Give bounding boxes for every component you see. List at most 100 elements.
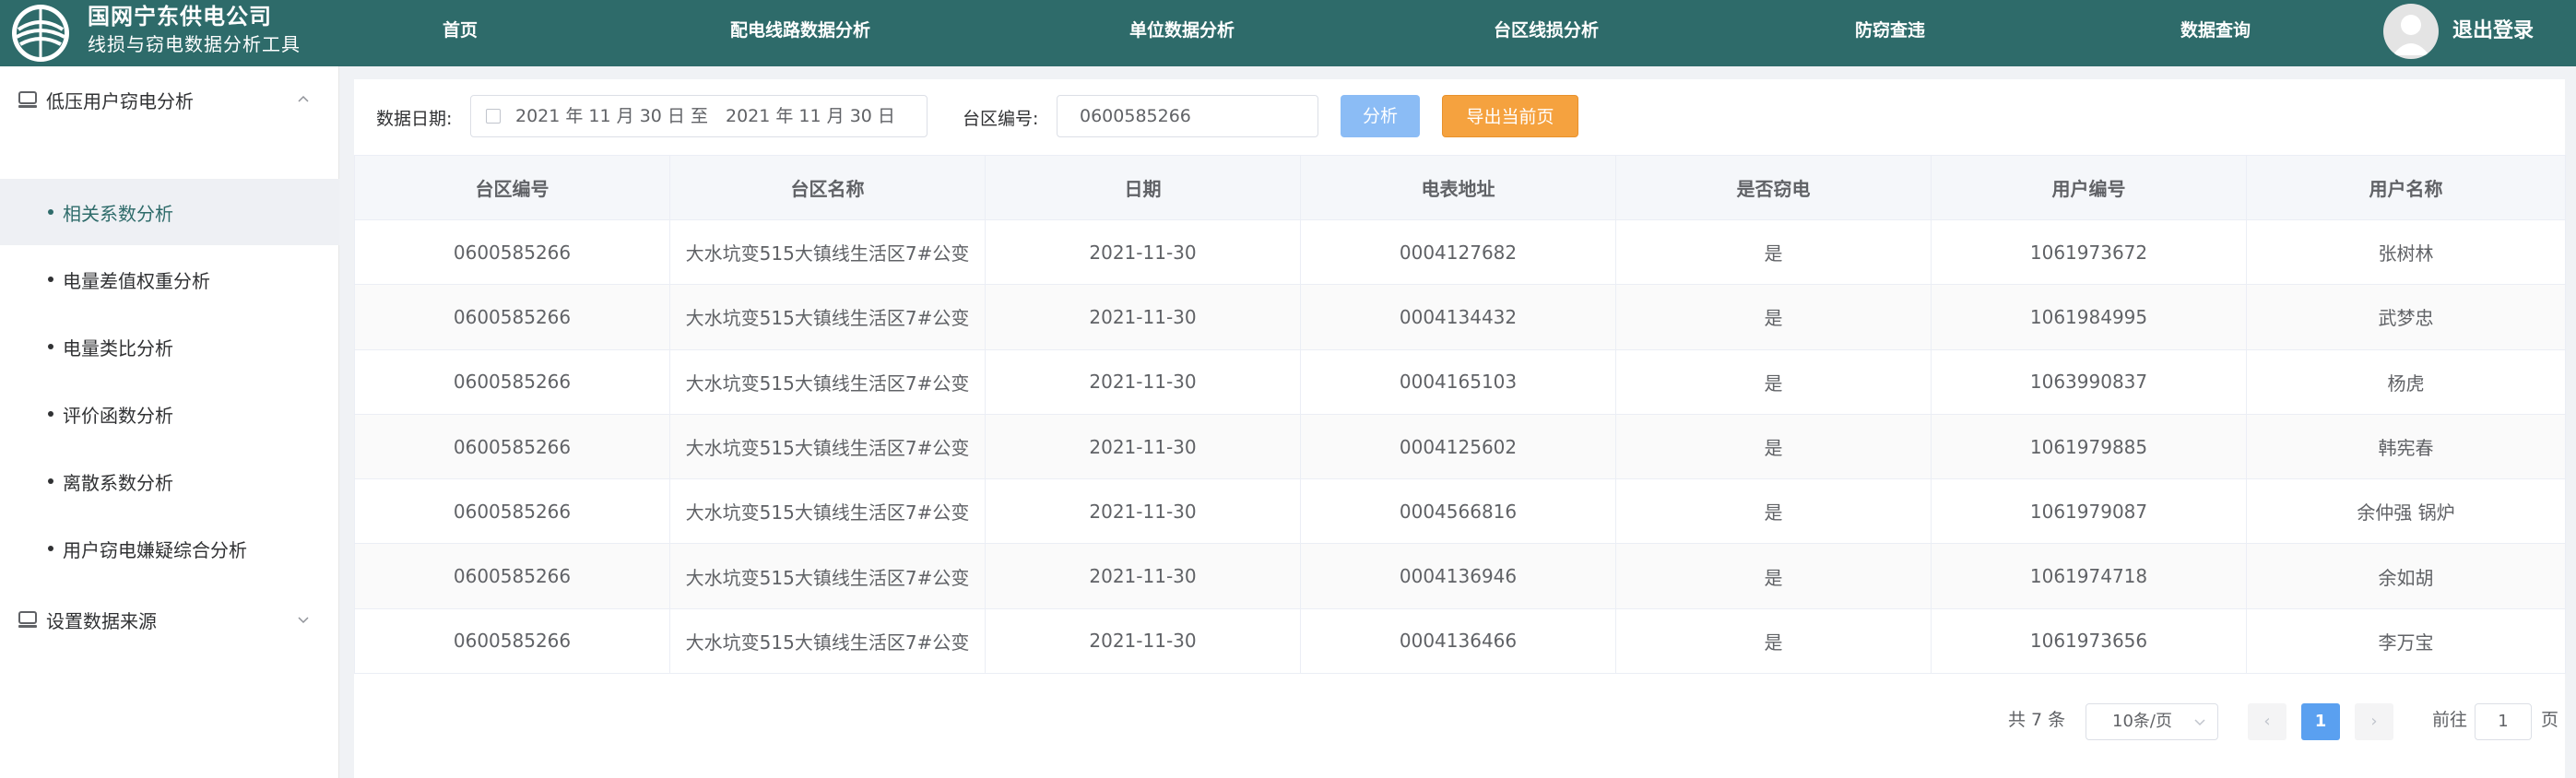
table-cell: 0600585266	[354, 413, 670, 480]
bullet-icon	[48, 411, 53, 417]
date-start[interactable]: 2021 年 11 月 30 日	[515, 96, 685, 136]
sidebar-item-analogy[interactable]: 电量类比分析	[0, 313, 339, 380]
table-header-row: 台区编号 台区名称 日期 电表地址 是否窃电 用户编号 用户名称	[354, 155, 2566, 220]
column-header[interactable]: 用户编号	[1931, 155, 2247, 220]
date-label: 数据日期:	[376, 109, 453, 129]
page-size-select[interactable]: 10条/页	[2086, 703, 2218, 740]
column-header[interactable]: 电表地址	[1300, 155, 1616, 220]
table-cell: 1061973656	[1931, 607, 2247, 675]
table-row[interactable]: 0600585266 大水坑变515大镇线生活区7#公变 2021-11-30 …	[354, 607, 2566, 675]
sidebar-group-theft-analysis[interactable]: 低压用户窃电分析	[0, 66, 339, 133]
table-cell: 0004566816	[1300, 478, 1616, 545]
nav-data-query[interactable]: 数据查询	[2180, 0, 2251, 66]
user-icon	[2393, 15, 2429, 55]
table-row[interactable]: 0600585266 大水坑变515大镇线生活区7#公变 2021-11-30 …	[354, 478, 2566, 545]
sidebar-item-comprehensive[interactable]: 用户窃电嫌疑综合分析	[0, 515, 339, 582]
logout-button[interactable]: 退出登录	[2452, 0, 2534, 66]
table-cell: 大水坑变515大镇线生活区7#公变	[669, 607, 986, 675]
table-row[interactable]: 0600585266 大水坑变515大镇线生活区7#公变 2021-11-30 …	[354, 348, 2566, 415]
sidebar-item-label: 离散系数分析	[63, 471, 173, 494]
page-size-value: 10条/页	[2112, 712, 2172, 731]
bullet-icon	[48, 209, 53, 215]
table-cell: 0004127682	[1300, 218, 1616, 286]
table-cell: 1063990837	[1931, 348, 2247, 415]
table-cell: 杨虎	[2246, 348, 2566, 415]
brand-subtitle: 线损与窃电数据分析工具	[88, 33, 301, 55]
export-current-page-button[interactable]: 导出当前页	[1442, 95, 1578, 137]
table-cell: 0600585266	[354, 478, 670, 545]
chevron-down-icon	[2194, 719, 2205, 726]
sidebar-group-label: 设置数据来源	[46, 609, 157, 632]
sidebar-item-label: 评价函数分析	[63, 404, 173, 427]
sidebar-item-label: 电量类比分析	[63, 336, 173, 360]
table-cell: 2021-11-30	[985, 607, 1301, 675]
avatar[interactable]	[2383, 4, 2439, 59]
sidebar-item-correlation[interactable]: 相关系数分析	[0, 179, 339, 245]
table-cell: 2021-11-30	[985, 218, 1301, 286]
sidebar-item-dispersion[interactable]: 离散系数分析	[0, 448, 339, 514]
nav-distribution-line-analysis[interactable]: 配电线路数据分析	[730, 0, 870, 66]
sidebar-item-difference-weight[interactable]: 电量差值权重分析	[0, 246, 339, 312]
table-cell: 是	[1615, 607, 1932, 675]
goto-page-input[interactable]: 1	[2475, 703, 2532, 740]
table-cell: 大水坑变515大镇线生活区7#公变	[669, 218, 986, 286]
table-cell: 余仲强 锅炉	[2246, 478, 2566, 545]
date-range-picker[interactable]: 2021 年 11 月 30 日 至 2021 年 11 月 30 日	[470, 95, 928, 137]
table-row[interactable]: 0600585266 大水坑变515大镇线生活区7#公变 2021-11-30 …	[354, 284, 2566, 350]
pagination-total: 共 7 条	[2008, 710, 2066, 730]
theft-result-table: 台区编号 台区名称 日期 电表地址 是否窃电 用户编号 用户名称 0600585…	[354, 155, 2566, 675]
column-header[interactable]: 是否窃电	[1615, 155, 1932, 220]
table-cell: 2021-11-30	[985, 284, 1301, 350]
sidebar-group-data-source[interactable]: 设置数据来源	[0, 586, 339, 653]
top-header: 国网宁东供电公司 线损与窃电数据分析工具 首页 配电线路数据分析 单位数据分析 …	[0, 0, 2576, 66]
chevron-up-icon	[298, 95, 309, 102]
main-panel: 数据日期: 2021 年 11 月 30 日 至 2021 年 11 月 30 …	[354, 79, 2566, 778]
column-header[interactable]: 用户名称	[2246, 155, 2566, 220]
chevron-down-icon	[298, 617, 309, 624]
sidebar-item-label: 电量差值权重分析	[63, 269, 210, 292]
table-cell: 是	[1615, 478, 1932, 545]
state-grid-logo-icon	[12, 5, 69, 62]
table-cell: 0600585266	[354, 348, 670, 415]
sidebar: 低压用户窃电分析 相关系数分析 电量差值权重分析 电量类比分析 评价函数分析 离…	[0, 66, 339, 778]
table-cell: 2021-11-30	[985, 413, 1301, 480]
bullet-icon	[48, 546, 53, 551]
brand-title: 国网宁东供电公司	[88, 4, 272, 29]
sidebar-item-evaluation-function[interactable]: 评价函数分析	[0, 381, 339, 447]
sidebar-item-label: 用户窃电嫌疑综合分析	[63, 538, 247, 561]
page-1-button[interactable]: 1	[2301, 703, 2340, 740]
table-row[interactable]: 0600585266 大水坑变515大镇线生活区7#公变 2021-11-30 …	[354, 413, 2566, 480]
nav-home[interactable]: 首页	[443, 0, 478, 66]
next-page-button[interactable]: ›	[2355, 703, 2393, 740]
table-cell: 韩宪春	[2246, 413, 2566, 480]
table-cell: 0600585266	[354, 218, 670, 286]
analyze-button[interactable]: 分析	[1341, 95, 1420, 137]
prev-page-button[interactable]: ‹	[2248, 703, 2286, 740]
nav-unit-analysis[interactable]: 单位数据分析	[1129, 0, 1235, 66]
nav-anti-theft[interactable]: 防窃查违	[1855, 0, 1925, 66]
table-cell: 0600585266	[354, 284, 670, 350]
table-cell: 大水坑变515大镇线生活区7#公变	[669, 348, 986, 415]
table-cell: 大水坑变515大镇线生活区7#公变	[669, 478, 986, 545]
monitor-icon	[18, 611, 37, 628]
column-header[interactable]: 台区名称	[669, 155, 986, 220]
area-code-label: 台区编号:	[963, 109, 1039, 129]
date-end[interactable]: 2021 年 11 月 30 日	[726, 96, 895, 136]
table-cell: 0004125602	[1300, 413, 1616, 480]
monitor-icon	[18, 91, 37, 108]
column-header[interactable]: 台区编号	[354, 155, 670, 220]
sidebar-group-label: 低压用户窃电分析	[46, 89, 194, 112]
sidebar-item-label: 相关系数分析	[63, 202, 173, 225]
table-cell: 1061973672	[1931, 218, 2247, 286]
table-cell: 大水坑变515大镇线生活区7#公变	[669, 543, 986, 609]
area-code-input[interactable]: 0600585266	[1057, 95, 1318, 137]
table-row[interactable]: 0600585266 大水坑变515大镇线生活区7#公变 2021-11-30 …	[354, 543, 2566, 609]
column-header[interactable]: 日期	[985, 155, 1301, 220]
table-cell: 是	[1615, 413, 1932, 480]
table-row[interactable]: 0600585266 大水坑变515大镇线生活区7#公变 2021-11-30 …	[354, 218, 2566, 286]
table-cell: 2021-11-30	[985, 543, 1301, 609]
brand: 国网宁东供电公司 线损与窃电数据分析工具	[88, 2, 301, 57]
nav-area-loss-analysis[interactable]: 台区线损分析	[1494, 0, 1599, 66]
table-cell: 0004165103	[1300, 348, 1616, 415]
table-cell: 李万宝	[2246, 607, 2566, 675]
